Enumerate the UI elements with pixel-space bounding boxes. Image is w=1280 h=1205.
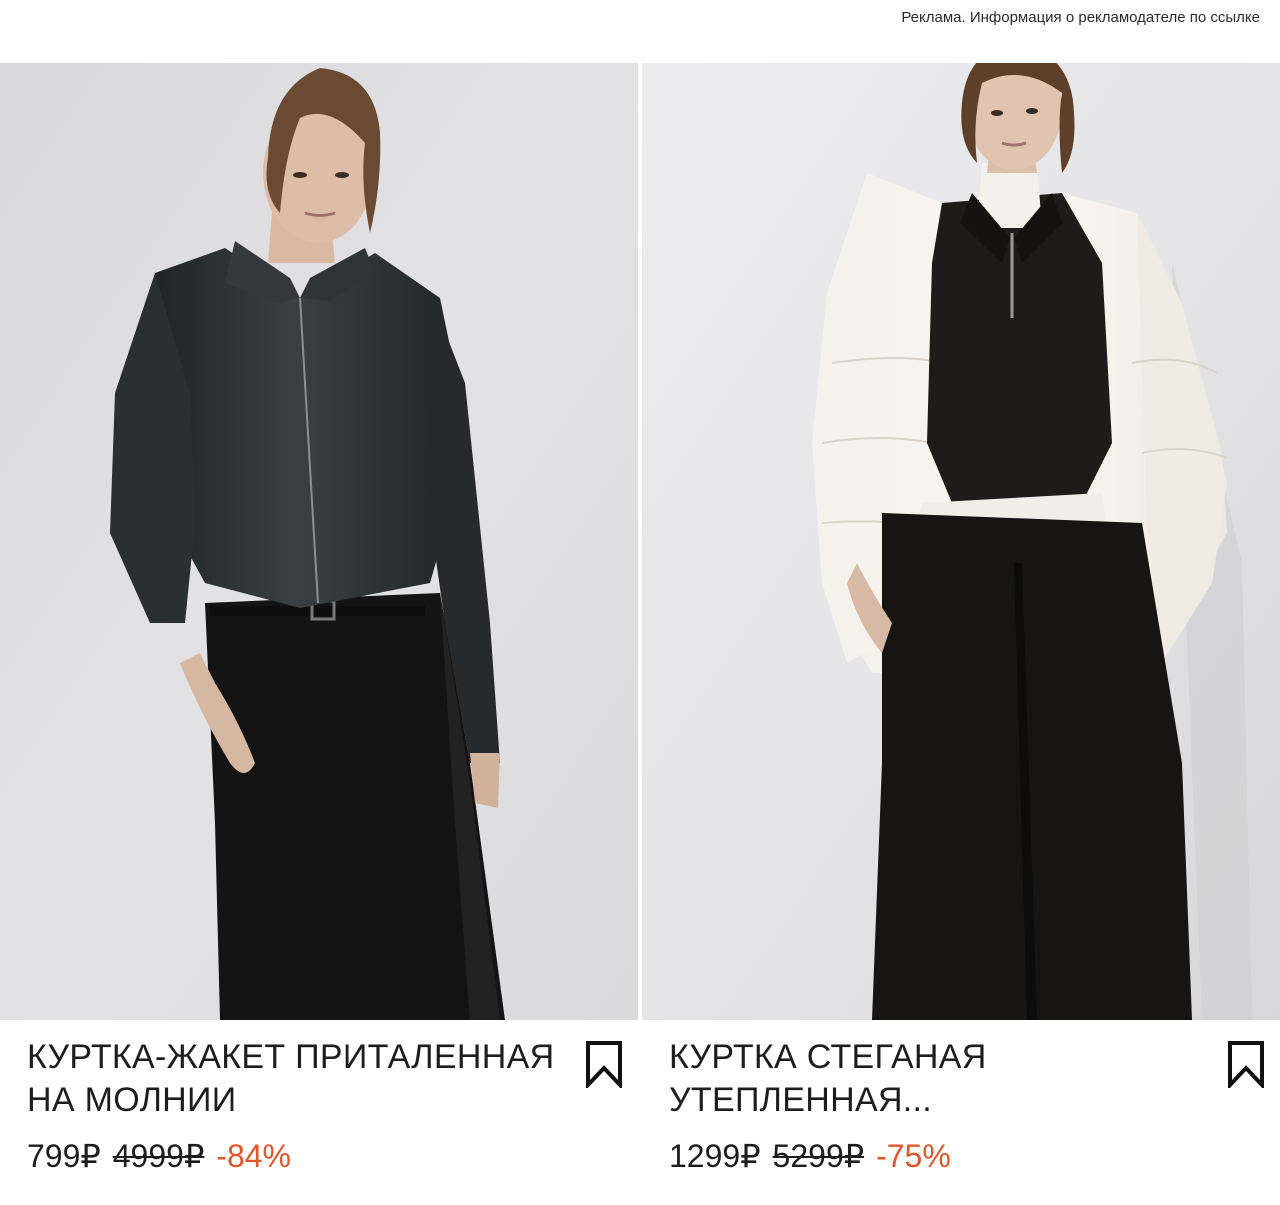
ad-disclosure-link[interactable]: Реклама. Информация о рекламодателе по с… [901, 9, 1260, 26]
product-title[interactable]: КУРТКА-ЖАКЕТ ПРИТАЛЕННАЯ НА МОЛНИИ [27, 1036, 567, 1122]
price-current: 1299₽ [669, 1138, 761, 1174]
bookmark-icon[interactable] [1226, 1040, 1266, 1088]
price-block: 1299₽ 5299₽ -75% [669, 1136, 951, 1176]
discount-badge: -75% [876, 1138, 951, 1174]
price-old: 4999₽ [112, 1138, 205, 1174]
product-photo[interactable] [642, 63, 1280, 1020]
product-card[interactable]: КУРТКА-ЖАКЕТ ПРИТАЛЕННАЯ НА МОЛНИИ 799₽ 4… [0, 63, 638, 1205]
price-block: 799₽ 4999₽ -84% [27, 1136, 291, 1176]
product-photo[interactable] [0, 63, 638, 1020]
product-card[interactable]: КУРТКА СТЕГАНАЯ УТЕПЛЕННАЯ... 1299₽ 5299₽… [642, 63, 1280, 1205]
bookmark-icon[interactable] [584, 1040, 624, 1088]
product-title[interactable]: КУРТКА СТЕГАНАЯ УТЕПЛЕННАЯ... [669, 1036, 1209, 1122]
discount-badge: -84% [216, 1138, 291, 1174]
price-current: 799₽ [27, 1138, 101, 1174]
price-old: 5299₽ [772, 1138, 865, 1174]
